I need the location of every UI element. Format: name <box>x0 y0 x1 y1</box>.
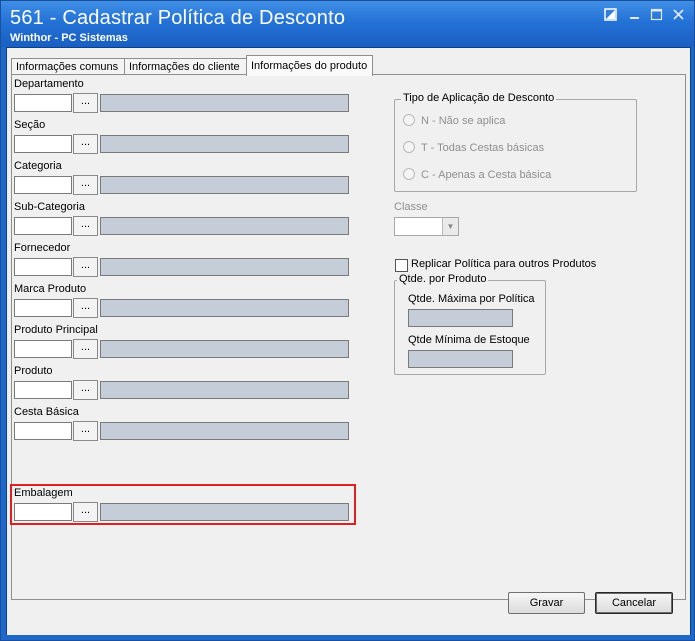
fornecedor-code-input[interactable] <box>14 258 72 276</box>
app-window: 561 - Cadastrar Política de Desconto Win… <box>0 0 695 641</box>
embalagem-lookup-button[interactable]: ... <box>73 502 98 522</box>
chevron-down-icon[interactable]: ▼ <box>442 218 458 235</box>
produto-description-field <box>100 381 349 399</box>
minimize-icon[interactable] <box>627 8 641 22</box>
produto-principal-description-field <box>100 340 349 358</box>
produto-code-input[interactable] <box>14 381 72 399</box>
cesta-basica-label: Cesta Básica <box>14 406 79 418</box>
subcategoria-lookup-button[interactable]: ... <box>73 216 98 236</box>
categoria-lookup-button[interactable]: ... <box>73 175 98 195</box>
cesta-basica-lookup-button[interactable]: ... <box>73 421 98 441</box>
subcategoria-code-input[interactable] <box>14 217 72 235</box>
radio-circle-icon <box>403 141 415 153</box>
dialog-body: Informações comuns Informações do client… <box>6 47 691 637</box>
window-title: 561 - Cadastrar Política de Desconto <box>10 7 346 29</box>
subcategoria-description-field <box>100 217 349 235</box>
radio-apenas-cesta-label: C - Apenas a Cesta básica <box>421 169 552 181</box>
tab-panel-produto: Departamento ... Seção ... Categoria ...… <box>10 74 686 600</box>
radio-todas-cestas-label: T - Todas Cestas básicas <box>421 142 545 154</box>
restore-icon[interactable] <box>603 8 617 22</box>
embalagem-code-input[interactable] <box>14 503 72 521</box>
embalagem-label: Embalagem <box>14 487 73 499</box>
departamento-description-field <box>100 94 349 112</box>
replicar-checkbox[interactable] <box>395 259 408 272</box>
secao-label: Seção <box>14 119 46 131</box>
cesta-basica-description-field <box>100 422 349 440</box>
title-bar: 561 - Cadastrar Política de Desconto Win… <box>1 1 694 47</box>
subcategoria-label: Sub-Categoria <box>14 201 85 213</box>
tab-informacoes-produto[interactable]: Informações do produto <box>246 55 373 76</box>
window-subtitle: Winthor - PC Sistemas <box>10 32 128 44</box>
cesta-basica-code-input[interactable] <box>14 422 72 440</box>
tab-informacoes-comuns[interactable]: Informações comuns <box>11 58 125 75</box>
qtde-maxima-label: Qtde. Máxima por Política <box>408 293 535 305</box>
produto-principal-label: Produto Principal <box>14 324 98 336</box>
radio-todas-cestas[interactable]: T - Todas Cestas básicas <box>403 141 544 155</box>
qtde-produto-group: Qtde. por Produto Qtde. Máxima por Polít… <box>394 273 546 375</box>
classe-label: Classe <box>394 201 428 213</box>
categoria-description-field <box>100 176 349 194</box>
categoria-code-input[interactable] <box>14 176 72 194</box>
produto-lookup-button[interactable]: ... <box>73 380 98 400</box>
qtde-minima-label: Qtde Mínima de Estoque <box>408 334 530 346</box>
radio-nao-se-aplica[interactable]: N - Não se aplica <box>403 114 505 128</box>
embalagem-description-field <box>100 503 349 521</box>
fornecedor-label: Fornecedor <box>14 242 71 254</box>
cancelar-button[interactable]: Cancelar <box>595 592 673 614</box>
qtde-produto-legend: Qtde. por Produto <box>397 273 489 285</box>
marca-produto-label: Marca Produto <box>14 283 87 295</box>
discount-type-group: Tipo de Aplicação de Desconto N - Não se… <box>394 92 637 192</box>
departamento-label: Departamento <box>14 78 84 90</box>
close-icon[interactable] <box>671 8 685 22</box>
maximize-icon[interactable] <box>649 8 663 22</box>
secao-description-field <box>100 135 349 153</box>
marca-produto-lookup-button[interactable]: ... <box>73 298 98 318</box>
radio-circle-icon <box>403 114 415 126</box>
radio-apenas-cesta[interactable]: C - Apenas a Cesta básica <box>403 168 551 182</box>
window-bottom-border <box>1 635 694 640</box>
fornecedor-description-field <box>100 258 349 276</box>
tab-informacoes-cliente[interactable]: Informações do cliente <box>124 58 247 75</box>
gravar-button[interactable]: Gravar <box>508 592 585 614</box>
produto-label: Produto <box>14 365 53 377</box>
secao-code-input[interactable] <box>14 135 72 153</box>
produto-principal-lookup-button[interactable]: ... <box>73 339 98 359</box>
marca-produto-code-input[interactable] <box>14 299 72 317</box>
categoria-label: Categoria <box>14 160 62 172</box>
replicar-label: Replicar Política para outros Produtos <box>411 258 597 270</box>
departamento-code-input[interactable] <box>14 94 72 112</box>
classe-select[interactable]: ▼ <box>394 217 459 236</box>
marca-produto-description-field <box>100 299 349 317</box>
discount-type-legend: Tipo de Aplicação de Desconto <box>401 92 557 104</box>
qtde-maxima-input[interactable] <box>408 309 513 327</box>
fornecedor-lookup-button[interactable]: ... <box>73 257 98 277</box>
secao-lookup-button[interactable]: ... <box>73 134 98 154</box>
departamento-lookup-button[interactable]: ... <box>73 93 98 113</box>
radio-nao-se-aplica-label: N - Não se aplica <box>421 115 506 127</box>
qtde-minima-input[interactable] <box>408 350 513 368</box>
radio-circle-icon <box>403 168 415 180</box>
produto-principal-code-input[interactable] <box>14 340 72 358</box>
